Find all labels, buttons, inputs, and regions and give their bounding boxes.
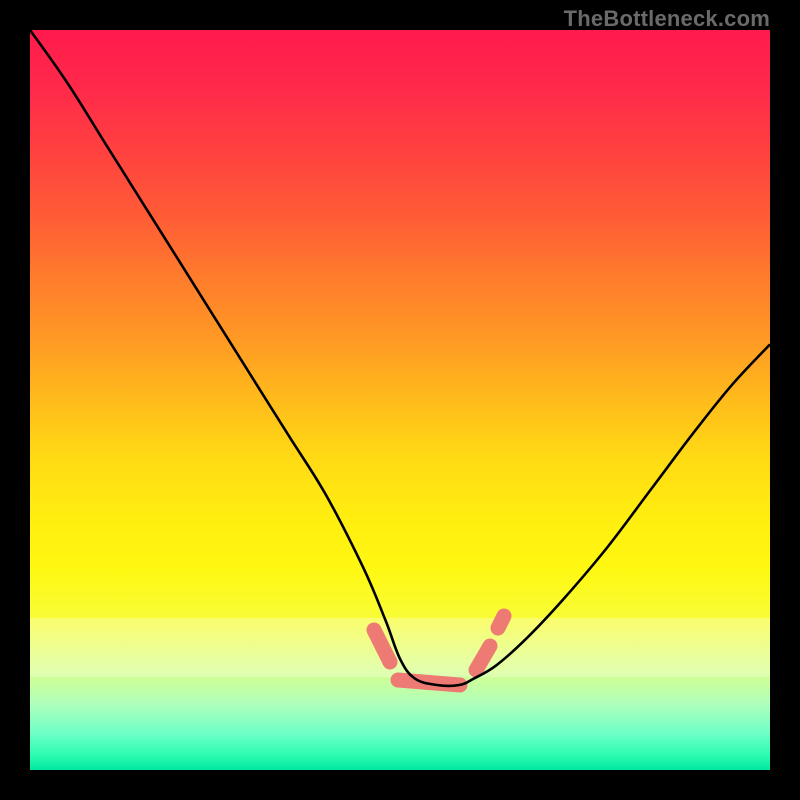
curve-layer bbox=[30, 30, 770, 770]
bottleneck-curve bbox=[30, 30, 770, 686]
watermark-text: TheBottleneck.com bbox=[564, 6, 770, 32]
plot-area bbox=[30, 30, 770, 770]
chart-stage: TheBottleneck.com bbox=[0, 0, 800, 800]
trough-marker bbox=[374, 616, 504, 685]
